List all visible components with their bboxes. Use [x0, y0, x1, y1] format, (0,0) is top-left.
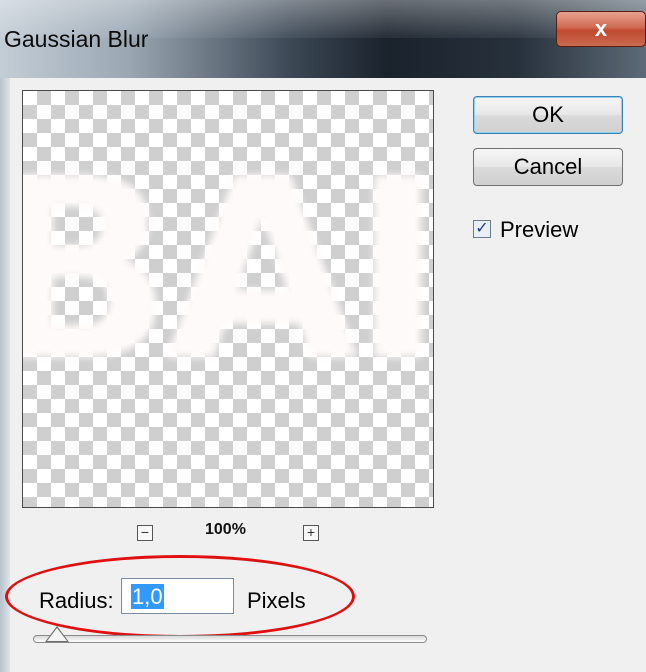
cancel-button[interactable]: Cancel [473, 148, 623, 186]
radius-label: Radius: [39, 588, 114, 613]
zoom-level: 100% [205, 521, 246, 538]
radius-unit-label: Pixels [247, 588, 306, 613]
radius-input-value: 1,0 [131, 584, 164, 609]
radius-slider-thumb[interactable] [45, 626, 69, 642]
ok-button[interactable]: OK [473, 96, 623, 134]
zoom-out-button[interactable]: − [137, 525, 153, 541]
zoom-in-button[interactable]: + [303, 525, 319, 541]
preview-checkbox-label[interactable]: Preview [500, 217, 578, 243]
close-button[interactable]: x [556, 11, 646, 47]
minus-icon: − [140, 524, 150, 540]
window-title: Gaussian Blur [4, 26, 149, 52]
radius-input[interactable]: 1,0 [121, 578, 234, 614]
blurred-preview-text: BAI [22, 125, 434, 416]
preview-checkbox[interactable]: ✓ [473, 220, 491, 238]
checkmark-icon: ✓ [475, 220, 489, 237]
preview-area[interactable]: BAI [22, 90, 434, 508]
plus-icon: + [306, 524, 316, 540]
window-frame-edge [0, 78, 10, 672]
close-icon: x [594, 16, 608, 41]
radius-slider-track[interactable] [33, 635, 427, 643]
